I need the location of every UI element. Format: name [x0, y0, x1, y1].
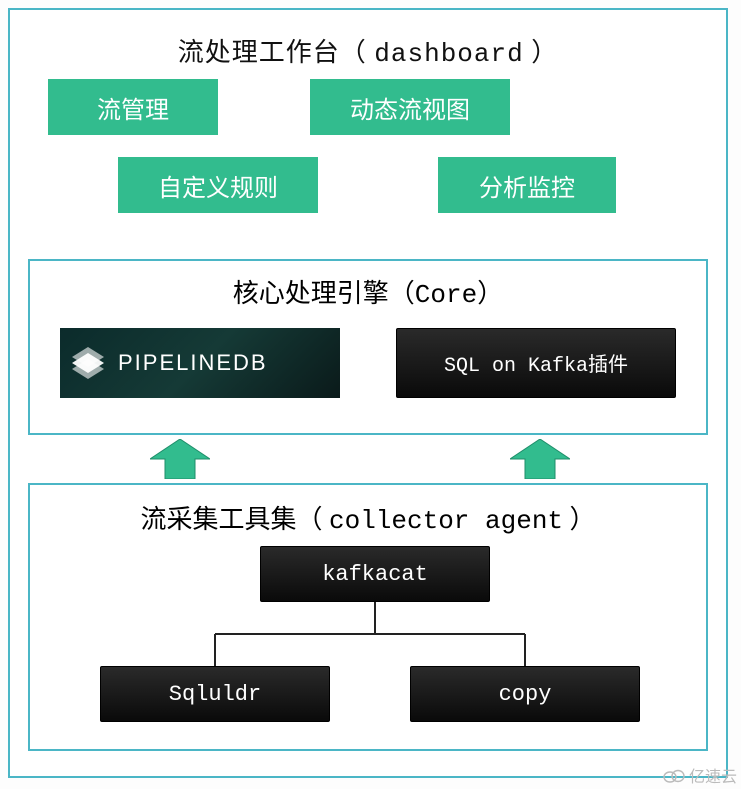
box-custom-rules: 自定义规则	[118, 157, 318, 213]
core-engine-panel: 核心处理引擎（Core） PIPELINEDB SQL on Kafka插件	[28, 259, 708, 435]
node-copy: copy	[410, 666, 640, 722]
core-title-cn: 核心处理引擎	[233, 279, 389, 308]
node-sqluldr: Sqluldr	[100, 666, 330, 722]
dashboard-title: 流处理工作台（ dashboard ）	[10, 32, 726, 69]
dashboard-boxes: 流管理 动态流视图 自定义规则 分析监控	[10, 79, 726, 259]
box-stream-management: 流管理	[48, 79, 218, 135]
box-dynamic-stream-view: 动态流视图	[310, 79, 510, 135]
sql-on-kafka-plugin: SQL on Kafka插件	[396, 328, 676, 398]
core-title-en: Core	[415, 280, 477, 310]
arrows-row	[10, 439, 726, 483]
watermark-cloud-icon	[663, 767, 685, 783]
node-kafkacat: kafkacat	[260, 546, 490, 602]
architecture-diagram: 流处理工作台（ dashboard ） 流管理 动态流视图 自定义规则 分析监控…	[8, 8, 728, 778]
pipelinedb-icon	[68, 343, 108, 383]
core-row: PIPELINEDB SQL on Kafka插件	[30, 328, 706, 398]
pipelinedb-logo-box: PIPELINEDB	[60, 328, 340, 398]
dashboard-title-cn: 流处理工作台	[178, 38, 340, 67]
pipelinedb-label: PIPELINEDB	[118, 350, 268, 376]
box-analytics-monitor: 分析监控	[438, 157, 616, 213]
dashboard-title-en: dashboard	[374, 39, 523, 69]
collector-title-en: collector agent	[329, 506, 563, 536]
collector-title: 流采集工具集（ collector agent ）	[30, 499, 706, 536]
core-title: 核心处理引擎（Core）	[30, 273, 706, 310]
arrow-up-right-icon	[510, 439, 570, 479]
arrow-up-left-icon	[150, 439, 210, 479]
collector-tree: kafkacat Sqluldr copy	[30, 546, 706, 736]
watermark-text: 亿速云	[689, 763, 737, 787]
collector-title-cn: 流采集工具集	[140, 505, 296, 534]
collector-panel: 流采集工具集（ collector agent ） kafkacat Sqlul…	[28, 483, 708, 751]
watermark: 亿速云	[663, 763, 737, 787]
